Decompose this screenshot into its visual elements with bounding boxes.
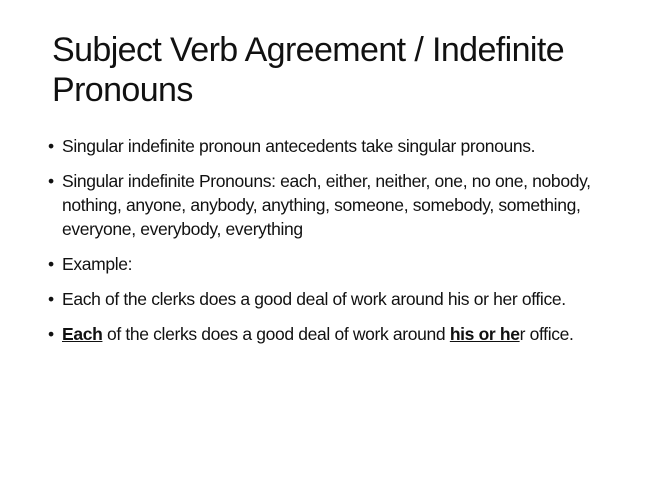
bullet-dot: • xyxy=(48,324,54,344)
bullet-dot: • xyxy=(48,289,54,309)
bullet-list: • Singular indefinite pronoun antecedent… xyxy=(48,134,638,357)
pronoun-highlight: his or he xyxy=(449,324,520,344)
slide-title: Subject Verb Agreement / Indefinite Pron… xyxy=(52,31,565,109)
bullet-item: • Singular indefinite pronoun antecedent… xyxy=(48,134,638,158)
bullet-item: • Each of the clerks does a good deal of… xyxy=(48,287,638,311)
bullet-text-middle: of the clerks does a good deal of work a… xyxy=(102,324,450,344)
bullet-text-end: r office. xyxy=(519,324,574,344)
subject-highlight: Each xyxy=(62,324,103,344)
slide: Subject Verb Agreement / Indefinite Pron… xyxy=(0,0,655,490)
bullet-dot: • xyxy=(48,136,54,156)
bullet-dot: • xyxy=(48,254,54,274)
bullet-text: Each of the clerks does a good deal of w… xyxy=(62,289,566,309)
bullet-dot: • xyxy=(48,171,54,191)
bullet-text: Example: xyxy=(62,254,133,274)
bullet-item: • Singular indefinite Pronouns: each, ei… xyxy=(48,169,638,241)
bullet-item: • Example: xyxy=(48,252,638,276)
bullet-text: Each of the clerks does a good deal of w… xyxy=(62,324,574,344)
bullet-text: Singular indefinite pronoun antecedents … xyxy=(62,136,536,156)
bullet-item-highlighted: • Each of the clerks does a good deal of… xyxy=(48,322,638,346)
bullet-text: Singular indefinite Pronouns: each, eith… xyxy=(62,171,591,239)
